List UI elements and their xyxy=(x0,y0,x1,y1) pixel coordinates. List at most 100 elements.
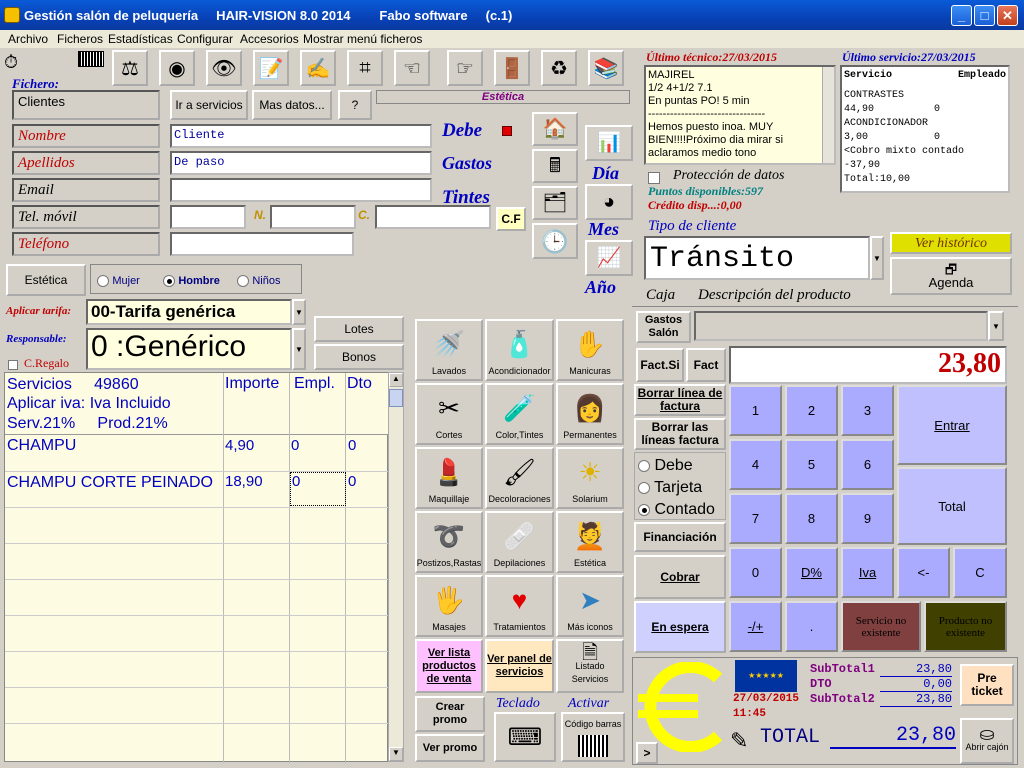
key-1[interactable]: 1 xyxy=(729,385,782,436)
ver-panel-servicios-button[interactable]: Ver panel de servicios xyxy=(485,639,554,693)
scroll-thumb[interactable] xyxy=(389,389,403,407)
books-icon[interactable]: 📚 xyxy=(588,50,624,86)
binoculars-icon[interactable]: ⌗ xyxy=(347,50,383,86)
line-chart-icon[interactable]: 📈 xyxy=(585,240,633,276)
email-input[interactable] xyxy=(170,178,432,202)
category-color-tintes[interactable]: 🧪 Color,Tintes xyxy=(485,383,554,445)
key-2[interactable]: 2 xyxy=(785,385,838,436)
tecnico-notes[interactable]: MAJIREL 1/2 4+1/2 7.1 En puntas PO! 5 mi… xyxy=(644,65,836,165)
fichero-field[interactable]: Clientes xyxy=(12,90,160,120)
scroll-down-icon[interactable]: ▼ xyxy=(389,747,403,761)
key-8[interactable]: 8 xyxy=(785,493,838,544)
ver-historico-button[interactable]: Ver histórico xyxy=(890,232,1012,254)
minimize-button[interactable]: _ xyxy=(951,5,972,26)
fact-si-button[interactable]: Fact.Si xyxy=(636,348,684,382)
cregalo-checkbox[interactable] xyxy=(8,357,18,371)
key-5[interactable]: 5 xyxy=(785,439,838,490)
menu-estadisticas[interactable]: Estadísticas xyxy=(108,32,173,46)
bonos-button[interactable]: Bonos xyxy=(314,344,404,370)
category-solarium[interactable]: ☀ Solarium xyxy=(556,447,624,509)
nombre-input[interactable]: Cliente xyxy=(170,124,432,148)
more-button[interactable]: > xyxy=(636,742,658,764)
lotes-button[interactable]: Lotes xyxy=(314,316,404,342)
trash-icon[interactable]: ♻ xyxy=(541,50,577,86)
agenda-button[interactable]: 🗗 Agenda xyxy=(890,257,1012,295)
tab-estetica[interactable]: Estética xyxy=(6,264,86,296)
tipo-cliente-select[interactable]: Tránsito xyxy=(644,236,870,280)
producto-no-existente-button[interactable]: Producto no existente xyxy=(924,601,1007,652)
category-permanentes[interactable]: 👩 Permanentes xyxy=(556,383,624,445)
grid-scrollbar[interactable]: ▲ ▼ xyxy=(388,372,404,762)
help-button[interactable]: ? xyxy=(338,90,372,120)
tarifa-dropdown-icon[interactable]: ▼ xyxy=(292,299,306,325)
category-lavados[interactable]: 🚿 Lavados xyxy=(415,319,483,381)
pie-chart-icon[interactable]: ◕ xyxy=(585,184,633,220)
house-icon[interactable]: 🏠 xyxy=(532,112,578,146)
fact-button[interactable]: Fact xyxy=(686,348,726,382)
servicio-no-existente-button[interactable]: Servicio no existente xyxy=(841,601,921,652)
notes-icon[interactable]: 📝 xyxy=(253,50,289,86)
maximize-button[interactable]: □ xyxy=(974,5,995,26)
gastos-salon-button[interactable]: Gastos Salón xyxy=(636,311,691,343)
table-row-dto[interactable]: 0 xyxy=(348,437,356,454)
close-button[interactable]: ✕ xyxy=(997,5,1018,26)
scroll-up-icon[interactable]: ▲ xyxy=(389,373,403,387)
menu-ficheros[interactable]: Ficheros xyxy=(57,32,103,46)
table-row-importe[interactable]: 18,90 xyxy=(225,473,263,490)
key-iva[interactable]: Iva xyxy=(841,547,894,598)
hand-left-icon[interactable]: ☜ xyxy=(394,50,430,86)
key-sign[interactable]: -/+ xyxy=(729,601,782,652)
total-button[interactable]: Total xyxy=(897,467,1007,545)
borrar-linea-button[interactable]: Borrar línea de factura xyxy=(634,384,726,416)
table-row-dto[interactable]: 0 xyxy=(348,473,356,490)
key-clear[interactable]: C xyxy=(953,547,1007,598)
category-mas-iconos[interactable]: ➤ Más iconos xyxy=(556,575,624,637)
webcam-icon[interactable]: ◉ xyxy=(159,50,195,86)
write-icon[interactable]: ✍ xyxy=(300,50,336,86)
key-9[interactable]: 9 xyxy=(841,493,894,544)
category-cortes[interactable]: ✂ Cortes xyxy=(415,383,483,445)
pay-contado-radio[interactable]: Contado xyxy=(638,501,715,519)
category-manicuras[interactable]: ✋ Manicuras xyxy=(556,319,624,381)
n-input[interactable] xyxy=(270,205,356,229)
table-row-empl[interactable]: 0 xyxy=(291,437,299,454)
stopwatch-icon[interactable]: ⏱ xyxy=(4,52,18,73)
category-tratamientos[interactable]: ♥ Tratamientos xyxy=(485,575,554,637)
cf-button[interactable]: C.F xyxy=(496,207,526,231)
category-decoloraciones[interactable]: 🖌 Decoloraciones xyxy=(485,447,554,509)
producto-descripcion-input[interactable] xyxy=(694,311,988,341)
category-acondicionador[interactable]: 🧴 Acondicionador xyxy=(485,319,554,381)
table-row-name[interactable]: CHAMPU xyxy=(7,437,76,455)
category-maquillaje[interactable]: 💄 Maquillaje xyxy=(415,447,483,509)
table-row-name[interactable]: CHAMPU CORTE PEINADO xyxy=(7,473,221,507)
services-grid[interactable]: Servicios 49860 Aplicar iva: Iva Incluid… xyxy=(4,372,389,763)
category-estetica[interactable]: 💆 Estética xyxy=(556,511,624,573)
tipo-cliente-dropdown-icon[interactable]: ▼ xyxy=(870,236,884,280)
ver-lista-productos-button[interactable]: Ver lista productos de venta xyxy=(415,639,483,693)
bar-chart-icon[interactable]: 📊 xyxy=(585,125,633,161)
borrar-lineas-button[interactable]: Borrar las líneas factura xyxy=(634,418,726,450)
en-espera-button[interactable]: En espera xyxy=(634,601,726,653)
stack-icon[interactable]: 🗂 xyxy=(532,186,578,220)
codigo-barras-button[interactable]: Código barras xyxy=(561,712,625,762)
menu-mostrar-menu-ficheros[interactable]: Mostrar menú ficheros xyxy=(303,32,422,46)
key-4[interactable]: 4 xyxy=(729,439,782,490)
tarifa-select[interactable]: 00-Tarifa genérica xyxy=(86,299,292,325)
table-row-empl[interactable]: 0 xyxy=(290,472,346,506)
movil-input[interactable] xyxy=(170,205,246,229)
crear-promo-button[interactable]: Crear promo xyxy=(415,696,485,732)
tecnico-scrollbar[interactable] xyxy=(822,67,834,163)
producto-dropdown-icon[interactable]: ▼ xyxy=(988,311,1004,341)
key-7[interactable]: 7 xyxy=(729,493,782,544)
category-depilaciones[interactable]: 🩹 Depilaciones xyxy=(485,511,554,573)
gender-hombre-radio[interactable]: Hombre xyxy=(163,273,220,287)
proteccion-checkbox[interactable] xyxy=(648,170,660,184)
listado-servicios-button[interactable]: 🗎 Listado Servicios xyxy=(556,639,624,693)
gender-mujer-radio[interactable]: Mujer xyxy=(97,273,140,287)
apellidos-input[interactable]: De paso xyxy=(170,151,432,175)
door-icon[interactable]: 🚪 xyxy=(494,50,530,86)
entrar-button[interactable]: Entrar xyxy=(897,385,1007,465)
table-row-importe[interactable]: 4,90 xyxy=(225,437,254,454)
menu-configurar[interactable]: Configurar xyxy=(177,32,233,46)
key-discount[interactable]: D% xyxy=(785,547,838,598)
